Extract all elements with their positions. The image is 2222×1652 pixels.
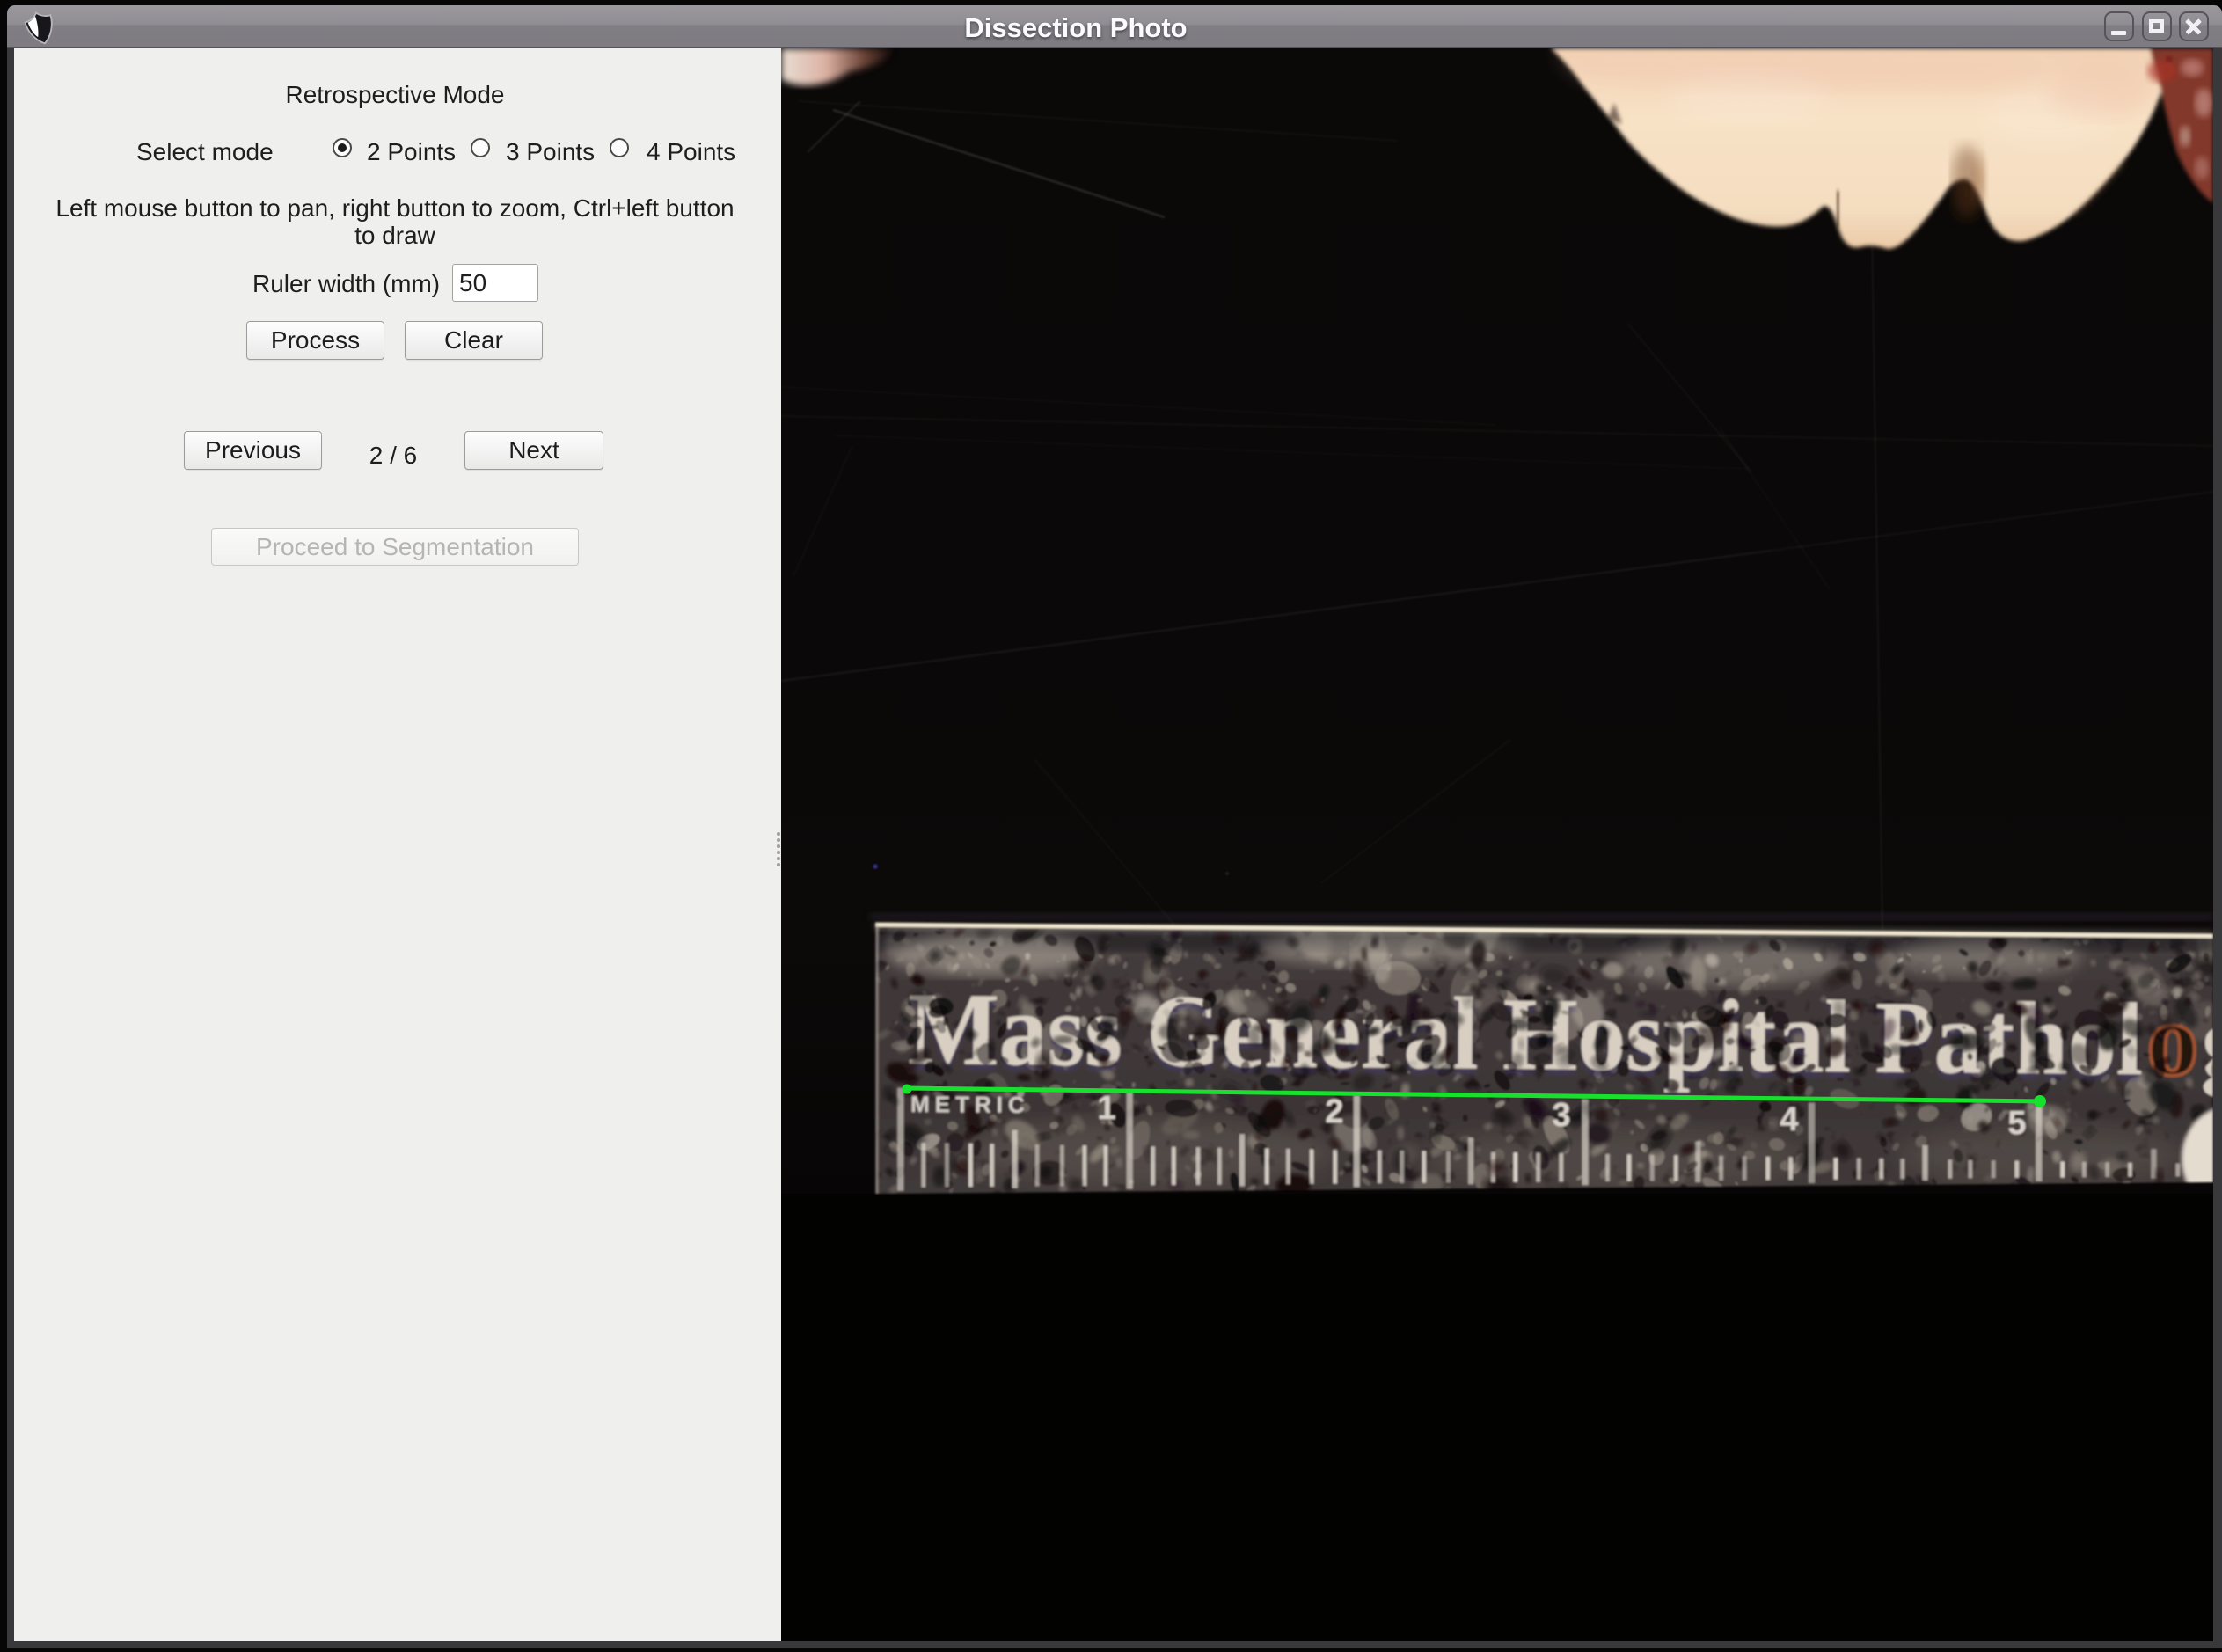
- svg-text:2: 2: [1325, 1093, 1343, 1130]
- svg-text:1: 1: [1097, 1090, 1115, 1127]
- svg-text:3: 3: [1552, 1097, 1570, 1134]
- svg-text:Mass General Hospital Pathol: Mass General Hospital Pathol: [908, 971, 2144, 1097]
- svg-text:4: 4: [1780, 1101, 1798, 1138]
- svg-text:METRIC: METRIC: [910, 1091, 1030, 1118]
- svg-text:g: g: [2201, 983, 2213, 1099]
- svg-text:5: 5: [2007, 1105, 2026, 1142]
